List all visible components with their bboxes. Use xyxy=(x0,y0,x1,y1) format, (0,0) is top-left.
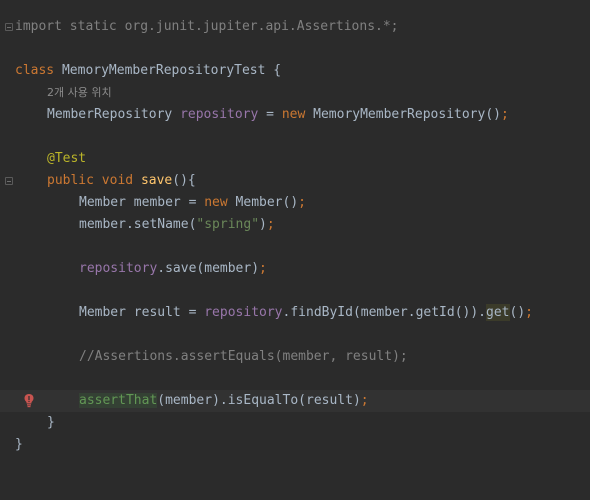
semicolon: ; xyxy=(266,217,275,232)
error-bulb-icon[interactable] xyxy=(23,393,35,409)
semicolon: ; xyxy=(360,393,369,408)
semicolon: ; xyxy=(259,261,267,276)
member-declaration: Member member = xyxy=(79,195,205,210)
method-name: save xyxy=(140,173,173,188)
code-line-result-declaration[interactable]: Member result = repository.findById(memb… xyxy=(0,302,590,324)
assert-comment: //Assertions.assertEquals(member, result… xyxy=(79,349,408,364)
code-line-annotation[interactable]: @Test xyxy=(0,148,590,170)
code-editor[interactable]: import static org.junit.jupiter.api.Asse… xyxy=(0,0,590,471)
code-line-method-close[interactable]: } xyxy=(0,412,590,434)
usage-hint-line[interactable]: 2개 사용 위치 xyxy=(0,82,590,104)
save-call: .save(member) xyxy=(157,261,260,276)
code-line-save-call[interactable]: repository.save(member); xyxy=(0,258,590,280)
public-keyword: public xyxy=(47,173,94,188)
fold-marker-icon[interactable] xyxy=(5,177,13,185)
assert-that-call[interactable]: assertThat xyxy=(79,393,158,408)
code-line-set-name[interactable]: member.setName("spring"); xyxy=(0,214,590,236)
code-line-comment[interactable]: //Assertions.assertEquals(member, result… xyxy=(0,346,590,368)
code-line-class-close[interactable]: } xyxy=(0,434,590,456)
equals-sign: = xyxy=(258,107,282,122)
assert-tail: (member).isEqualTo(result) xyxy=(157,393,361,408)
repository-ref: repository xyxy=(204,305,283,320)
member-constructor: Member() xyxy=(227,195,299,210)
method-close-brace: } xyxy=(47,415,55,430)
result-declaration: Member result = xyxy=(79,305,205,320)
class-name: MemoryMemberRepositoryTest xyxy=(61,63,266,78)
class-keyword: class xyxy=(15,63,55,78)
close-paren: ) xyxy=(259,217,267,232)
code-line-import[interactable]: import static org.junit.jupiter.api.Asse… xyxy=(0,16,590,38)
set-name-call: member.setName( xyxy=(79,217,197,232)
new-keyword: new xyxy=(204,195,228,210)
code-line-field[interactable]: MemberRepository repository = new Memory… xyxy=(0,104,590,126)
repository-ref: repository xyxy=(79,261,158,276)
import-statement: import static org.junit.jupiter.api.Asse… xyxy=(15,19,399,34)
field-type: MemberRepository xyxy=(47,107,173,122)
open-brace: { xyxy=(265,63,282,78)
field-name: repository xyxy=(180,107,259,122)
get-call: get xyxy=(486,304,510,321)
void-keyword: void xyxy=(101,173,134,188)
semicolon: ; xyxy=(500,107,509,122)
code-line-method-signature[interactable]: public void save(){ xyxy=(0,170,590,192)
method-tail: (){ xyxy=(172,173,196,188)
usage-hint[interactable]: 2개 사용 위치 xyxy=(47,82,112,104)
find-by-id-call: .findById(member.getId()). xyxy=(282,305,487,320)
fold-marker-icon[interactable] xyxy=(5,23,13,31)
code-line-class-declaration[interactable]: class MemoryMemberRepositoryTest { xyxy=(0,60,590,82)
spring-string: "spring" xyxy=(196,217,260,232)
code-line-member-declaration[interactable]: Member member = new Member(); xyxy=(0,192,590,214)
get-tail: () xyxy=(509,305,526,320)
field-constructor: MemoryMemberRepository() xyxy=(305,107,501,122)
test-annotation: @Test xyxy=(47,151,87,166)
semicolon: ; xyxy=(525,305,533,320)
class-close-brace: } xyxy=(15,437,23,452)
code-line-assert-that[interactable]: assertThat(member).isEqualTo(result); xyxy=(0,390,590,412)
new-keyword: new xyxy=(281,107,306,122)
semicolon: ; xyxy=(298,195,306,210)
